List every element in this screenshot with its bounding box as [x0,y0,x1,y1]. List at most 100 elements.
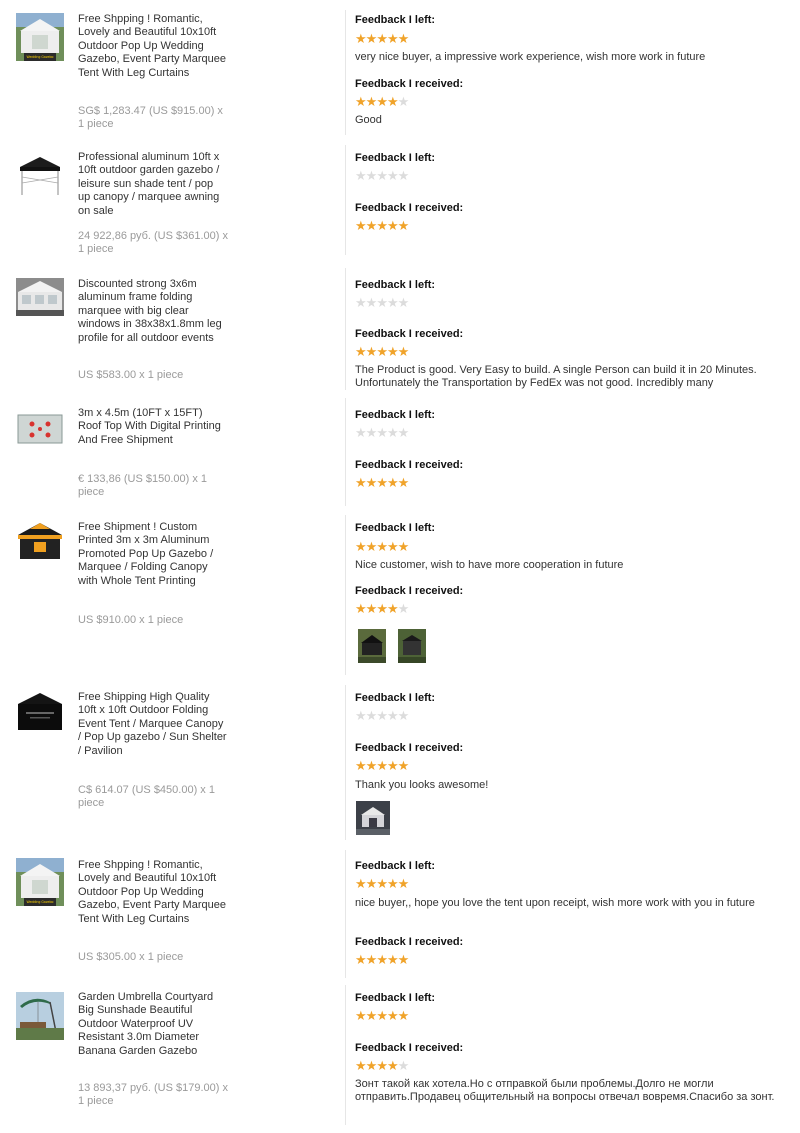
product-title[interactable]: Free Shpping ! Romantic, Lovely and Beau… [78,859,228,926]
feedback-left-comment: nice buyer,, hope you love the tent upon… [355,897,755,909]
product-thumbnail[interactable] [16,520,64,564]
feedback-received-stars: ★★★★★ [355,218,409,233]
feedback-left-label: Feedback I left: [355,522,436,534]
product-price: US $583.00 x 1 piece [78,369,184,381]
star-empty-icon: ★ [365,708,378,723]
product-thumbnail[interactable] [16,412,64,446]
product-thumbnail[interactable] [16,153,64,201]
star-empty-icon: ★ [397,94,410,109]
feedback-received-stars: ★★★★★ [355,475,410,490]
star-empty-icon: ★ [386,168,399,183]
star-empty-icon: ★ [397,295,410,310]
feedback-received-label: Feedback I received: [355,742,464,754]
column-divider [345,398,346,506]
star-filled-icon: ★ [365,952,378,967]
star-empty-icon: ★ [376,168,388,183]
feedback-left-stars: ★★★★★ [355,426,409,439]
product-thumbnail[interactable] [16,278,64,316]
feedback-received-label: Feedback I received: [355,202,464,214]
star-filled-icon: ★ [386,31,399,46]
star-filled-icon: ★ [365,876,378,891]
star-empty-icon: ★ [355,708,367,723]
star-filled-icon: ★ [355,218,367,233]
feedback-left-stars: ★★★★★ [355,168,410,183]
product-title[interactable]: Garden Umbrella Courtyard Big Sunshade B… [78,991,228,1058]
column-divider [345,685,346,840]
star-filled-icon: ★ [376,601,388,616]
product-title[interactable]: Free Shipment ! Custom Printed 3m x 3m A… [78,521,228,588]
feedback-photo[interactable] [356,801,390,835]
star-filled-icon: ★ [365,1058,378,1073]
star-filled-icon: ★ [376,952,388,967]
star-filled-icon: ★ [365,1008,378,1023]
product-title[interactable]: Free Shpping ! Romantic, Lovely and Beau… [78,13,228,80]
feedback-received-label: Feedback I received: [355,459,464,471]
star-filled-icon: ★ [386,601,399,616]
product-thumbnail[interactable]: Wedding Gazebo [16,13,64,61]
product-price: US $910.00 x 1 piece [78,614,184,626]
column-divider [345,10,346,135]
star-filled-icon: ★ [397,475,410,490]
star-filled-icon: ★ [386,475,399,490]
product-thumbnail[interactable] [16,690,64,734]
product-price: 24 922,86 руб. (US $361.00) x 1 piece [78,230,229,256]
star-filled-icon: ★ [355,94,367,109]
white-wedding-tent-icon: Wedding Gazebo [16,858,64,906]
product-title[interactable]: Free Shipping High Quality 10ft x 10ft O… [78,691,228,758]
white-marquee-icon [16,278,64,316]
star-filled-icon: ★ [386,876,399,891]
printed-roof-top-icon [16,412,64,446]
star-filled-icon: ★ [355,1008,367,1023]
star-filled-icon: ★ [355,952,367,967]
product-price: SG$ 1,283.47 (US $915.00) x 1 piece [78,105,223,131]
star-empty-icon: ★ [397,601,410,616]
product-title[interactable]: Professional aluminum 10ft x 10ft outdoo… [78,151,228,218]
feedback-left-comment: Nice customer, wish to have more coopera… [355,559,624,571]
feedback-left-label: Feedback I left: [355,409,436,421]
star-empty-icon: ★ [397,708,410,723]
tent-photo-icon [358,629,386,663]
feedback-received-label: Feedback I received: [355,936,464,948]
feedback-left-label: Feedback I left: [355,992,436,1004]
feedback-left-comment: very nice buyer, a impressive work exper… [355,51,706,63]
star-filled-icon: ★ [397,952,410,967]
star-empty-icon: ★ [365,168,378,183]
product-thumbnail[interactable]: Wedding Gazebo [16,858,64,906]
star-filled-icon: ★ [365,601,378,616]
star-empty-icon: ★ [397,168,410,183]
product-title[interactable]: 3m x 4.5m (10FT x 15FT) Roof Top With Di… [78,407,228,447]
feedback-received-stars: ★★★★★ [355,94,410,109]
star-filled-icon: ★ [386,539,399,554]
star-filled-icon: ★ [365,94,378,109]
star-filled-icon: ★ [355,758,367,773]
star-filled-icon: ★ [376,344,388,359]
product-title[interactable]: Discounted strong 3x6m aluminum frame fo… [78,278,228,345]
feedback-left-stars: ★★★★★ [355,295,410,310]
feedback-left-stars: ★★★★★ [355,539,410,554]
star-filled-icon: ★ [397,539,410,554]
feedback-photo[interactable] [358,629,386,663]
star-filled-icon: ★ [365,218,378,233]
feedback-photo[interactable] [398,629,426,663]
star-empty-icon: ★ [365,295,378,310]
star-filled-icon: ★ [355,876,367,891]
product-price: 13 893,37 руб. (US $179.00) x 1 piece [78,1082,229,1108]
star-filled-icon: ★ [397,758,410,773]
star-filled-icon: ★ [397,1008,410,1023]
star-filled-icon: ★ [355,31,367,46]
product-thumbnail[interactable] [16,992,64,1040]
star-filled-icon: ★ [386,952,399,967]
star-filled-icon: ★ [376,94,388,109]
feedback-received-stars: ★★★★★ [355,601,410,616]
feedback-left-label: Feedback I left: [355,14,436,26]
feedback-received-stars: ★★★★★ [355,344,410,359]
feedback-left-stars: ★★★★★ [355,708,410,723]
orange-black-gazebo-icon [16,520,64,564]
feedback-left-stars: ★★★★★ [355,31,409,46]
star-filled-icon: ★ [355,344,367,359]
column-divider [345,268,346,390]
star-filled-icon: ★ [386,758,399,773]
star-filled-icon: ★ [386,1008,399,1023]
star-filled-icon: ★ [397,344,410,359]
column-divider [345,515,346,675]
